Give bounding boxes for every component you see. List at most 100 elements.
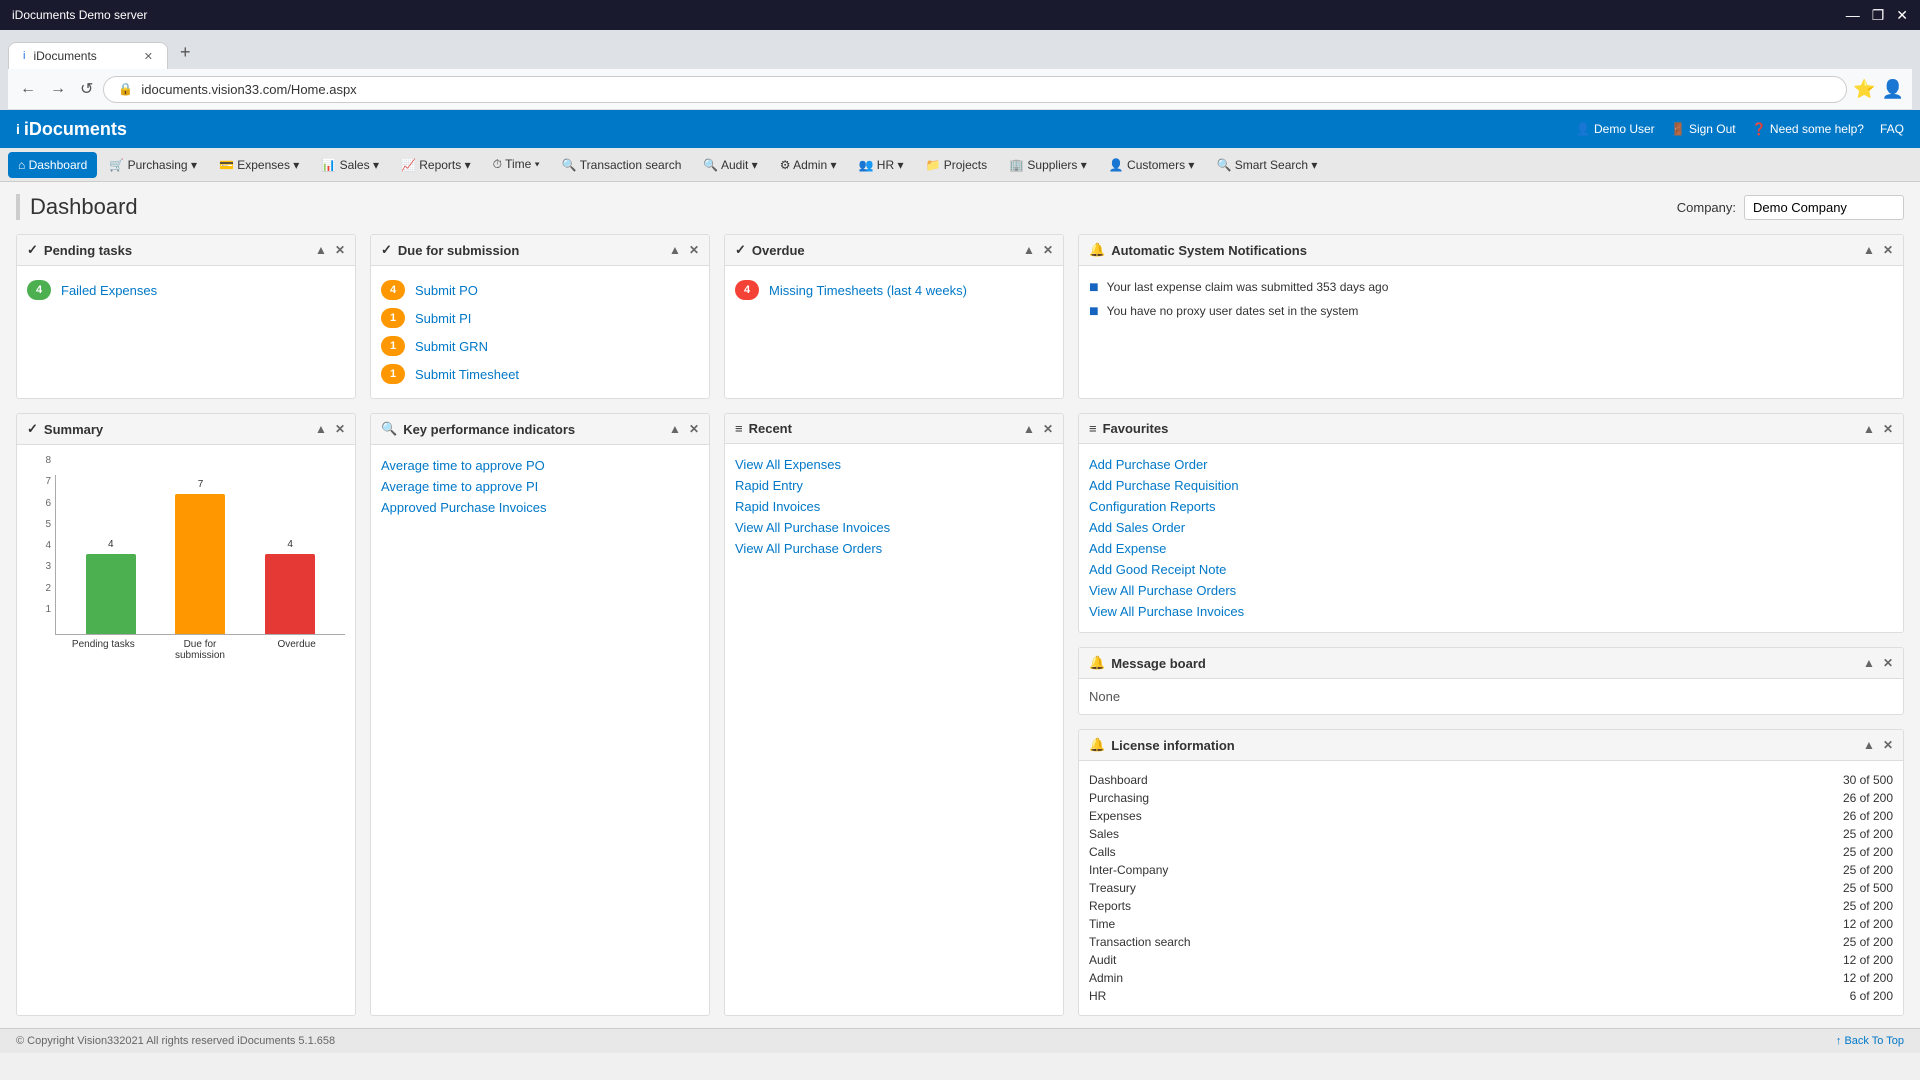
demo-user-link[interactable]: 👤 Demo User: [1576, 122, 1655, 136]
view-all-purchase-orders-link[interactable]: View All Purchase Orders: [735, 538, 1053, 559]
nav-item-purchasing[interactable]: 🛒 Purchasing ▾: [99, 152, 207, 178]
recent-controls[interactable]: ▲ ✕: [1023, 422, 1053, 436]
nav-item-audit[interactable]: 🔍 Audit ▾: [693, 152, 767, 178]
collapse-button[interactable]: ▲: [669, 422, 681, 436]
help-link[interactable]: ❓ Need some help?: [1752, 122, 1864, 136]
close-widget-button[interactable]: ✕: [335, 243, 345, 257]
overdue-header-left: ✓ Overdue: [735, 242, 805, 258]
nav-item-hr[interactable]: 👥 HR ▾: [849, 152, 914, 178]
overdue-controls[interactable]: ▲ ✕: [1023, 243, 1053, 257]
new-tab-button[interactable]: +: [170, 36, 201, 69]
collapse-button[interactable]: ▲: [1863, 738, 1875, 752]
tab-close-button[interactable]: ✕: [144, 50, 153, 63]
title-bar-controls[interactable]: — ❐ ✕: [1846, 7, 1908, 24]
license-value: 6 of 200: [1850, 989, 1893, 1003]
nav-item-admin[interactable]: ⚙ Admin ▾: [770, 152, 847, 178]
collapse-button[interactable]: ▲: [1863, 422, 1875, 436]
nav-item-sales[interactable]: 📊 Sales ▾: [311, 152, 389, 178]
add-sales-order-link[interactable]: Add Sales Order: [1089, 517, 1893, 538]
maximize-button[interactable]: ❐: [1872, 7, 1885, 24]
license-row: Time12 of 200: [1089, 915, 1893, 933]
approved-purchase-invoices-link[interactable]: Approved Purchase Invoices: [381, 497, 699, 518]
add-expense-link[interactable]: Add Expense: [1089, 538, 1893, 559]
nav-item-transaction-search[interactable]: 🔍 Transaction search: [552, 152, 692, 178]
kpi-controls[interactable]: ▲ ✕: [669, 422, 699, 436]
avg-approve-pi-link[interactable]: Average time to approve PI: [381, 476, 699, 497]
browser-tab[interactable]: i iDocuments ✕: [8, 42, 168, 69]
notifications-controls[interactable]: ▲ ✕: [1863, 243, 1893, 257]
close-widget-button[interactable]: ✕: [1883, 422, 1893, 436]
close-widget-button[interactable]: ✕: [689, 422, 699, 436]
collapse-button[interactable]: ▲: [315, 243, 327, 257]
rapid-entry-link[interactable]: Rapid Entry: [735, 475, 1053, 496]
close-button[interactable]: ✕: [1896, 7, 1908, 24]
nav-item-reports[interactable]: 📈 Reports ▾: [391, 152, 481, 178]
due-for-submission-header: ✓ Due for submission ▲ ✕: [371, 235, 709, 266]
nav-item-time[interactable]: ⏱ Time ▾: [483, 151, 550, 178]
due-for-submission-body: 4 Submit PO 1 Submit PI 1 Submit GRN 1 S…: [371, 266, 709, 398]
nav-item-expenses[interactable]: 💳 Expenses ▾: [209, 152, 309, 178]
collapse-button[interactable]: ▲: [1023, 422, 1035, 436]
pending-tasks-controls[interactable]: ▲ ✕: [315, 243, 345, 257]
nav-item-dashboard[interactable]: ⌂ Dashboard: [8, 152, 97, 178]
address-bar[interactable]: 🔒 idocuments.vision33.com/Home.aspx: [103, 76, 1847, 103]
close-widget-button[interactable]: ✕: [1043, 243, 1053, 257]
favourites-controls[interactable]: ▲ ✕: [1863, 422, 1893, 436]
y-label: 1: [27, 604, 51, 615]
view-all-purchase-orders-fav-link[interactable]: View All Purchase Orders: [1089, 580, 1893, 601]
nav-item-smart-search[interactable]: 🔍 Smart Search ▾: [1206, 152, 1327, 178]
minimize-button[interactable]: —: [1846, 7, 1860, 24]
message-board-body: None: [1079, 679, 1903, 714]
missing-timesheets-link[interactable]: Missing Timesheets (last 4 weeks): [769, 283, 967, 298]
close-widget-button[interactable]: ✕: [1883, 738, 1893, 752]
view-all-expenses-link[interactable]: View All Expenses: [735, 454, 1053, 475]
close-widget-button[interactable]: ✕: [689, 243, 699, 257]
sign-out-link[interactable]: 🚪 Sign Out: [1671, 122, 1736, 136]
faq-link[interactable]: FAQ: [1880, 122, 1904, 136]
forward-button[interactable]: →: [46, 76, 70, 102]
close-widget-button[interactable]: ✕: [1883, 243, 1893, 257]
submit-timesheet-link[interactable]: Submit Timesheet: [415, 367, 519, 382]
bookmark-icon[interactable]: ⭐: [1853, 79, 1875, 100]
rapid-invoices-link[interactable]: Rapid Invoices: [735, 496, 1053, 517]
submit-pi-link[interactable]: Submit PI: [415, 311, 471, 326]
reload-button[interactable]: ↺: [76, 75, 97, 103]
close-widget-button[interactable]: ✕: [1043, 422, 1053, 436]
company-dropdown[interactable]: Demo Company: [1744, 195, 1904, 220]
kpi-header: 🔍 Key performance indicators ▲ ✕: [371, 414, 709, 445]
add-purchase-requisition-link[interactable]: Add Purchase Requisition: [1089, 475, 1893, 496]
license-value: 25 of 200: [1843, 827, 1893, 841]
license-value: 25 of 200: [1843, 899, 1893, 913]
message-board-controls[interactable]: ▲ ✕: [1863, 656, 1893, 670]
nav-item-customers[interactable]: 👤 Customers ▾: [1099, 152, 1205, 178]
license-info-controls[interactable]: ▲ ✕: [1863, 738, 1893, 752]
license-value: 25 of 200: [1843, 935, 1893, 949]
nav-item-projects[interactable]: 📁 Projects: [915, 152, 997, 178]
due-for-submission-controls[interactable]: ▲ ✕: [669, 243, 699, 257]
view-all-purchase-invoices-link[interactable]: View All Purchase Invoices: [735, 517, 1053, 538]
back-to-top-link[interactable]: ↑ Back To Top: [1836, 1035, 1904, 1047]
avg-approve-po-link[interactable]: Average time to approve PO: [381, 455, 699, 476]
profile-icon[interactable]: 👤: [1882, 79, 1904, 100]
browser-chrome: i iDocuments ✕ + ← → ↺ 🔒 idocuments.visi…: [0, 30, 1920, 110]
configuration-reports-link[interactable]: Configuration Reports: [1089, 496, 1893, 517]
failed-expenses-link[interactable]: Failed Expenses: [61, 283, 157, 298]
summary-controls[interactable]: ▲ ✕: [315, 422, 345, 436]
submit-po-link[interactable]: Submit PO: [415, 283, 478, 298]
close-widget-button[interactable]: ✕: [335, 422, 345, 436]
collapse-button[interactable]: ▲: [315, 422, 327, 436]
collapse-button[interactable]: ▲: [1863, 243, 1875, 257]
collapse-button[interactable]: ▲: [1023, 243, 1035, 257]
bar-pending: [86, 554, 136, 634]
back-button[interactable]: ←: [16, 76, 40, 102]
submit-grn-link[interactable]: Submit GRN: [415, 339, 488, 354]
add-good-receipt-note-link[interactable]: Add Good Receipt Note: [1089, 559, 1893, 580]
license-info-header-left: 🔔 License information: [1089, 737, 1235, 753]
close-widget-button[interactable]: ✕: [1883, 656, 1893, 670]
collapse-button[interactable]: ▲: [1863, 656, 1875, 670]
task-count-badge: 4: [27, 280, 51, 300]
add-purchase-order-link[interactable]: Add Purchase Order: [1089, 454, 1893, 475]
view-all-purchase-invoices-fav-link[interactable]: View All Purchase Invoices: [1089, 601, 1893, 622]
nav-item-suppliers[interactable]: 🏢 Suppliers ▾: [999, 152, 1097, 178]
collapse-button[interactable]: ▲: [669, 243, 681, 257]
